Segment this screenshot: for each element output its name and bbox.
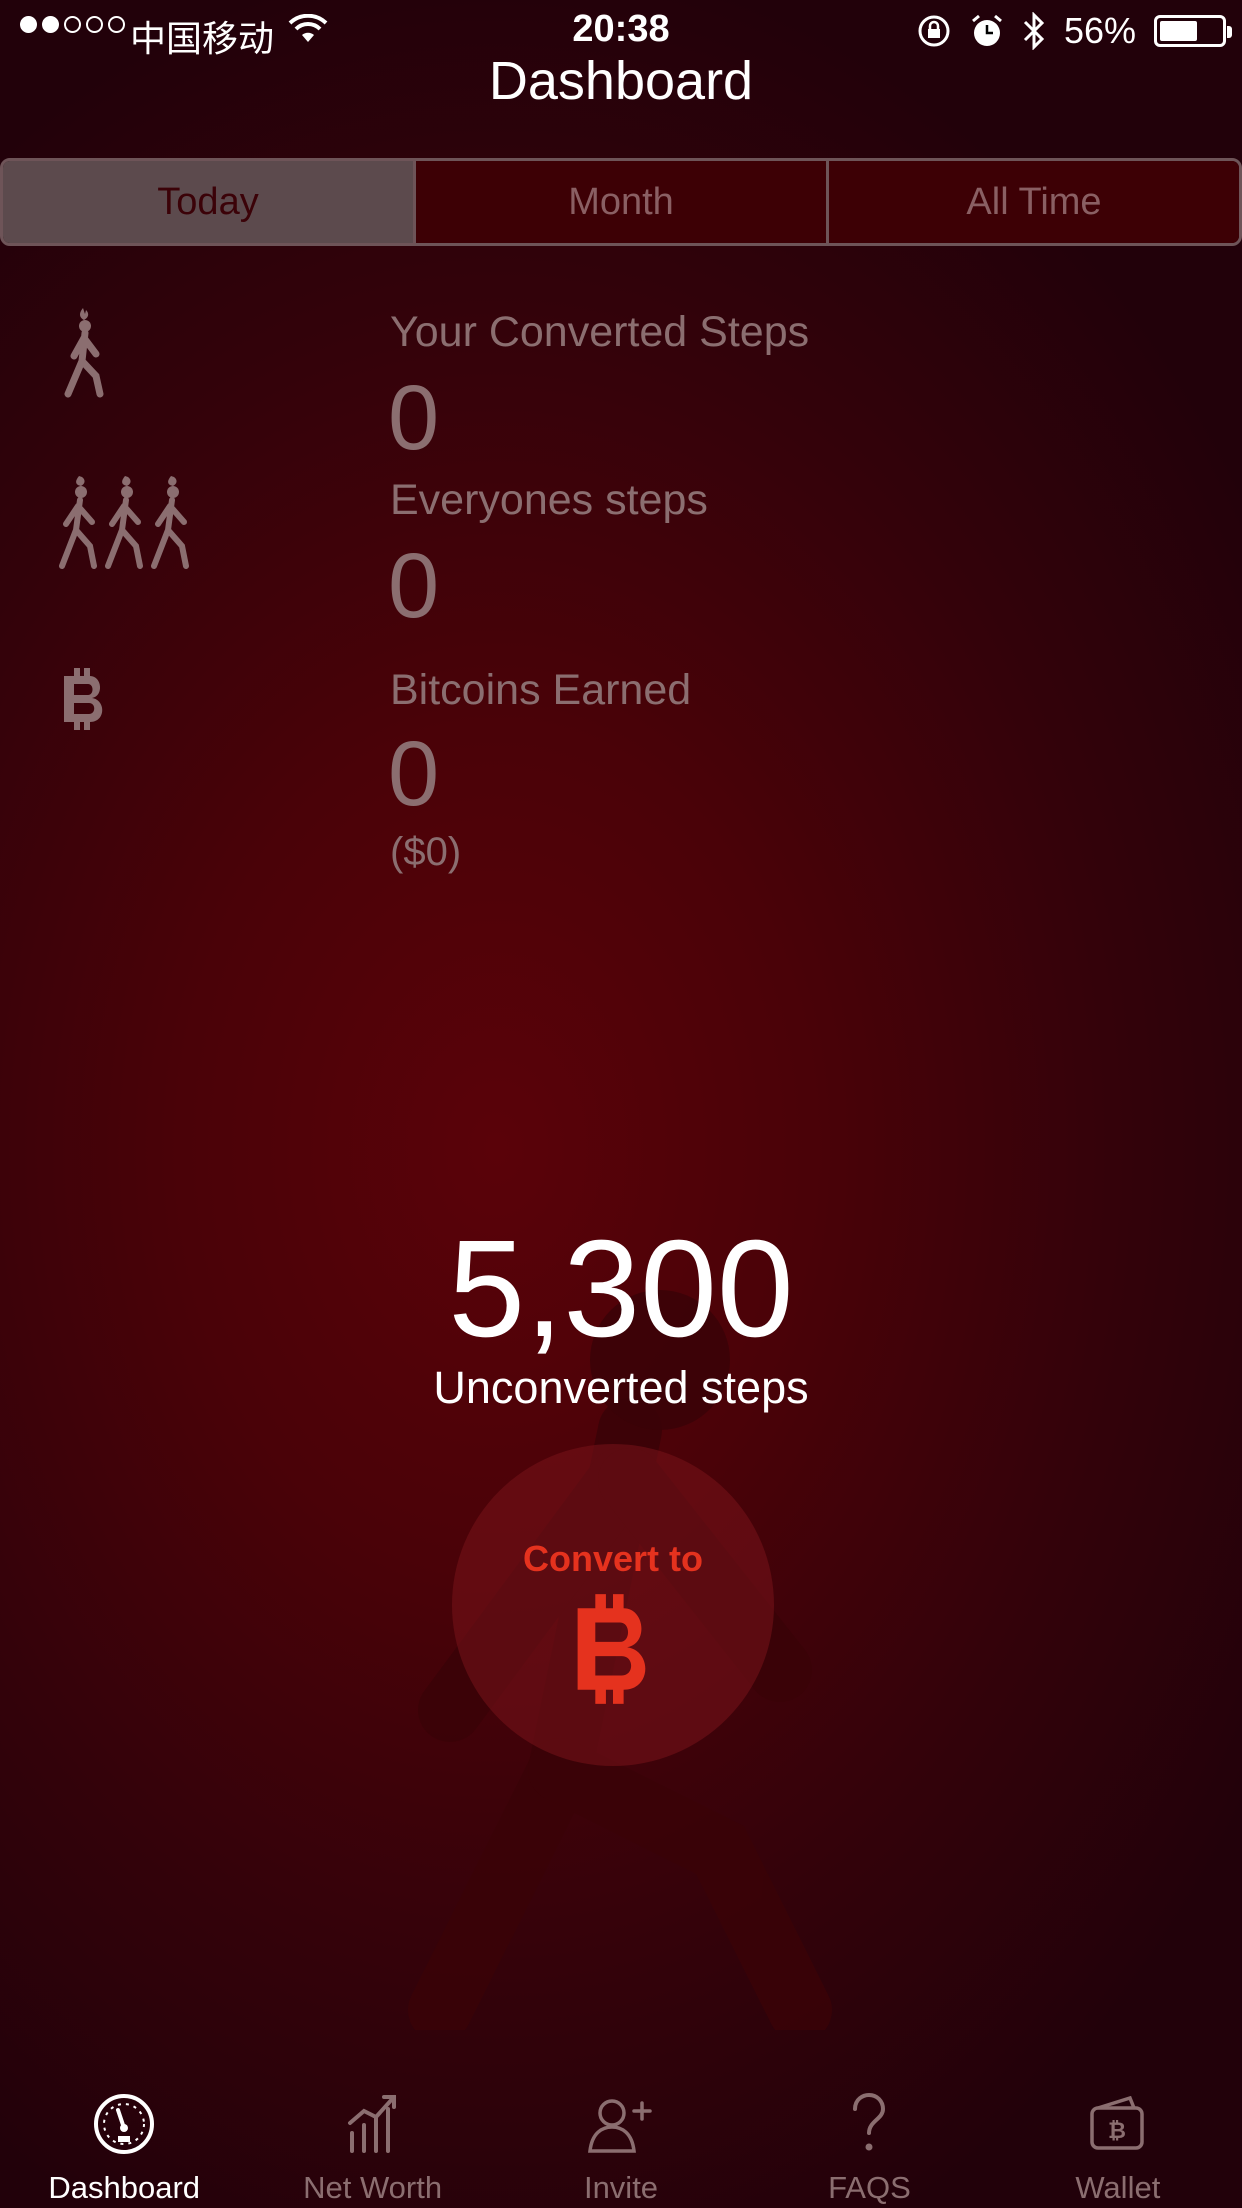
- tab-bar: Dashboard Net Worth Invite FAQS ₿ Wallet: [0, 2070, 1242, 2208]
- group-walkers-icon: [59, 476, 189, 569]
- battery-icon: [1154, 15, 1232, 47]
- tab-net-worth-label: Net Worth: [303, 2170, 443, 2205]
- segment-all-time[interactable]: All Time: [826, 161, 1239, 243]
- rotation-lock-icon: [918, 15, 950, 47]
- bluetooth-icon: [1023, 12, 1045, 50]
- convert-to-bitcoin-button[interactable]: Convert to: [452, 1444, 774, 1766]
- tab-wallet[interactable]: ₿ Wallet: [994, 2070, 1242, 2208]
- period-segmented-control: Today Month All Time: [0, 158, 1242, 246]
- battery-percent: 56%: [1063, 10, 1136, 51]
- tab-faqs-label: FAQS: [828, 2170, 911, 2205]
- tab-wallet-label: Wallet: [1075, 2170, 1161, 2205]
- speedometer-icon: [94, 2094, 155, 2154]
- chart-up-icon: [347, 2095, 396, 2153]
- tab-faqs[interactable]: FAQS: [745, 2070, 993, 2208]
- everyone-steps-value: 0: [388, 535, 440, 637]
- tab-net-worth[interactable]: Net Worth: [248, 2070, 496, 2208]
- svg-text:₿: ₿: [1108, 2119, 1126, 2144]
- tab-invite[interactable]: Invite: [497, 2070, 745, 2208]
- tab-dashboard-label: Dashboard: [48, 2170, 201, 2205]
- wallet-icon: ₿: [1090, 2096, 1144, 2150]
- tab-invite-label: Invite: [583, 2170, 659, 2205]
- walker-icon: [64, 308, 104, 398]
- tab-dashboard[interactable]: Dashboard: [0, 2070, 248, 2208]
- add-user-icon: [588, 2099, 652, 2153]
- question-icon: [853, 2093, 886, 2151]
- unconverted-steps-count: 5,300: [448, 1212, 794, 1366]
- convert-button-label: Convert to: [523, 1538, 703, 1579]
- bitcoins-earned-value: 0: [388, 723, 440, 825]
- alarm-icon: [971, 14, 1002, 46]
- page-title: Dashboard: [488, 51, 754, 111]
- bitcoins-earned-label: Bitcoins Earned: [390, 666, 692, 714]
- unconverted-steps-label: Unconverted steps: [433, 1362, 809, 1413]
- converted-steps-value: 0: [388, 367, 440, 469]
- everyone-steps-label: Everyones steps: [390, 476, 708, 524]
- segment-today[interactable]: Today: [3, 161, 413, 243]
- bitcoin-icon: [64, 668, 103, 730]
- bitcoin-icon: [577, 1594, 646, 1704]
- converted-steps-label: Your Converted Steps: [390, 308, 810, 356]
- segment-month[interactable]: Month: [413, 161, 826, 243]
- bitcoins-earned-usd: ($0): [390, 830, 462, 874]
